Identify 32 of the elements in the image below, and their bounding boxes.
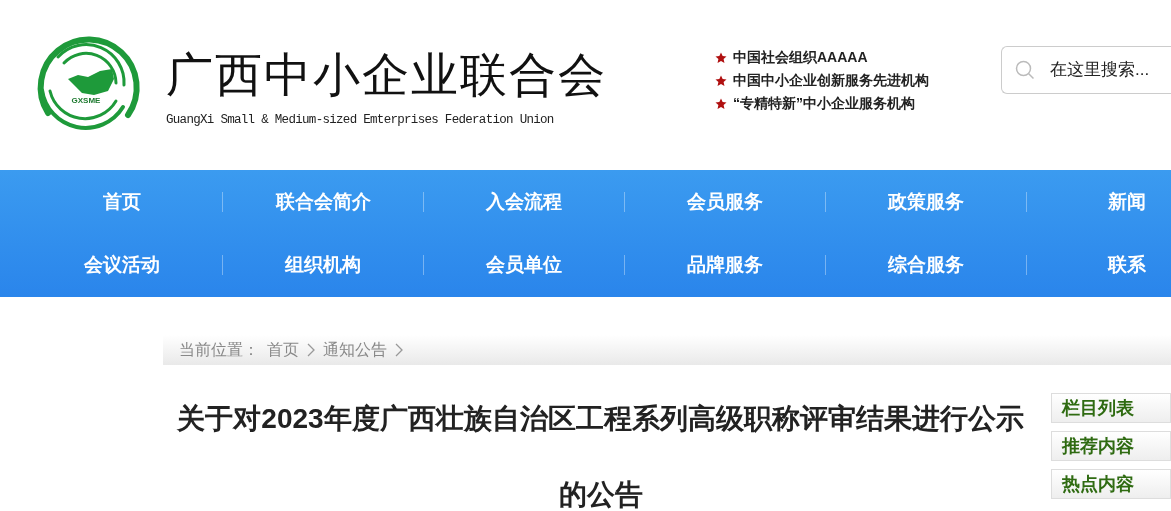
star-icon [715, 75, 727, 87]
nav-link[interactable]: 会员单位 [423, 255, 624, 275]
logo-mark: GXSME [71, 96, 101, 105]
honor-text: 中国中小企业创新服务先进机构 [733, 72, 929, 90]
breadcrumb-link[interactable]: 首页 [267, 339, 299, 361]
nav-link[interactable]: 首页 [22, 192, 222, 212]
nav-link[interactable]: 新闻 [1026, 192, 1171, 212]
honor-text: “专精特新”中小企业服务机构 [733, 95, 915, 113]
nav-link[interactable]: 联合会简介 [222, 192, 423, 212]
star-icon [715, 52, 727, 64]
star-icon [715, 98, 727, 110]
nav-link[interactable]: 会员服务 [624, 192, 825, 212]
search-icon [1015, 60, 1035, 80]
chevron-icon [307, 343, 315, 357]
search-field[interactable]: 在这里搜索... [1001, 46, 1171, 94]
nav-link[interactable]: 会议活动 [22, 255, 222, 275]
site-subtitle: GuangXi Small & Medium-sized Emterprises Federation Union [166, 112, 555, 127]
honor-text: 中国社会组织AAAAA [733, 49, 868, 67]
nav-link[interactable]: 入会流程 [423, 192, 624, 212]
chevron-icon [395, 343, 403, 357]
sidebar-heading: 栏目列表 [1051, 393, 1171, 423]
site-title: 广西中小企业联合会 [166, 45, 607, 104]
nav-link[interactable]: 政策服务 [825, 192, 1026, 212]
breadcrumb-link[interactable]: 通知公告 [323, 339, 387, 361]
nav-link[interactable]: 组织机构 [222, 255, 423, 275]
nav-link[interactable]: 品牌服务 [624, 255, 825, 275]
sidebar-heading: 推荐内容 [1051, 431, 1171, 461]
sidebar-heading: 热点内容 [1051, 469, 1171, 499]
nav-link[interactable]: 联系 [1026, 255, 1171, 275]
nav-link[interactable]: 综合服务 [825, 255, 1026, 275]
article-title: 关于对2023年度广西壮族自治区工程系列高级职称评审结果进行公示的公告 [176, 402, 1025, 511]
breadcrumb-label: 当前位置： [179, 339, 259, 360]
